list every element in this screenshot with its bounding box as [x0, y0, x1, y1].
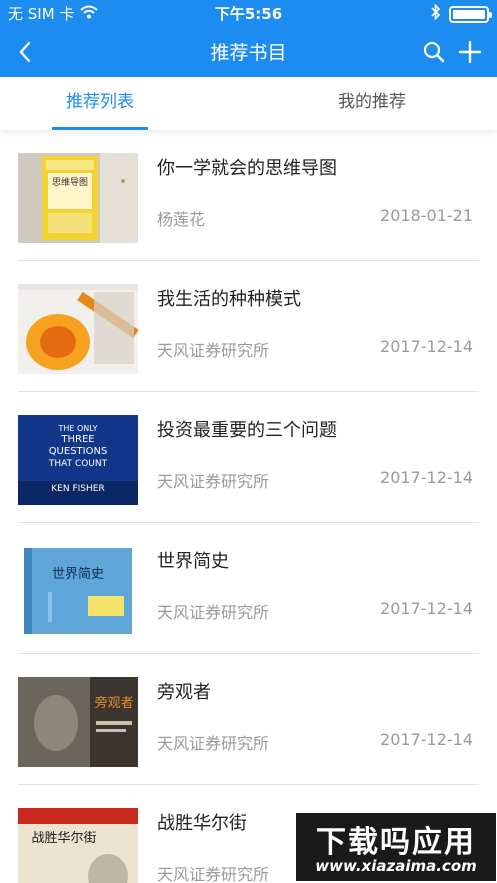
cover-line3-text: QUESTIONS — [49, 446, 108, 457]
plus-icon — [459, 41, 481, 63]
list-item[interactable]: 我生活的种种模式 天风证券研究所 2017-12-14 — [0, 261, 497, 392]
book-cover: 思维导图 — [18, 153, 138, 243]
watermark-main-text: 下载吗应用 — [316, 825, 476, 860]
book-title: 战胜华尔街 — [157, 813, 247, 834]
nav-bar: 推荐书目 — [0, 26, 497, 77]
list-item[interactable]: 世界简史 世界简史 天风证券研究所 2017-12-14 — [0, 523, 497, 654]
book-author: 天风证券研究所 — [157, 865, 270, 883]
book-cover: 旁观者 — [18, 677, 138, 767]
book-date: 2017-12-14 — [380, 337, 473, 356]
cover-line2-text: THREE — [60, 434, 94, 445]
status-time: 下午5:56 — [214, 5, 283, 23]
book-title: 世界简史 — [157, 551, 229, 572]
tab-bar: 推荐列表 我的推荐 — [0, 77, 497, 130]
book-title: 我生活的种种模式 — [157, 289, 301, 310]
battery-icon — [449, 5, 492, 23]
book-author: 天风证券研究所 — [157, 472, 270, 491]
book-date: 2018-01-21 — [380, 206, 473, 225]
list-item[interactable]: THE ONLY THREE QUESTIONS THAT COUNT KEN … — [0, 392, 497, 523]
status-right — [431, 3, 492, 24]
watermark-url-text: www.xiazaima.com — [315, 857, 477, 875]
add-button[interactable] — [455, 37, 485, 67]
list-item[interactable]: 思维导图 你一学就会的思维导图 杨莲花 2018-01-21 — [0, 130, 497, 261]
book-title: 投资最重要的三个问题 — [157, 420, 337, 441]
cover-title-text: 世界简史 — [52, 566, 104, 582]
book-date: 2017-12-14 — [380, 730, 473, 749]
book-title: 旁观者 — [157, 682, 211, 703]
cover-title-text: 战胜华尔街 — [31, 831, 96, 846]
cover-line4-text: THAT COUNT — [48, 459, 108, 469]
status-bar: 无 SIM 卡 下午5:56 — [0, 0, 497, 26]
cover-line1-text: THE ONLY — [57, 424, 97, 433]
book-cover: THE ONLY THREE QUESTIONS THAT COUNT KEN … — [18, 415, 138, 505]
book-title: 你一学就会的思维导图 — [157, 158, 337, 179]
tab-label: 我的推荐 — [338, 92, 406, 112]
book-author: 杨莲花 — [157, 210, 206, 229]
book-cover — [18, 284, 138, 374]
book-date: 2017-12-14 — [380, 468, 473, 487]
watermark-logo: 下载吗应用 www.xiazaima.com — [296, 813, 496, 881]
tab-my-recommend[interactable]: 我的推荐 — [272, 77, 472, 130]
search-button[interactable] — [419, 37, 449, 67]
book-cover: 战胜华尔街 — [18, 808, 138, 883]
list-item[interactable]: 旁观者 旁观者 天风证券研究所 2017-12-14 — [0, 654, 497, 785]
book-author: 天风证券研究所 — [157, 734, 270, 753]
app-header: 无 SIM 卡 下午5:56 推荐书目 — [0, 0, 497, 77]
cover-author-text: KEN FISHER — [51, 484, 104, 494]
tab-recommend-list[interactable]: 推荐列表 — [0, 77, 200, 130]
search-icon — [423, 41, 445, 63]
book-author: 天风证券研究所 — [157, 341, 270, 360]
cover-title-text: 旁观者 — [94, 695, 133, 711]
book-author: 天风证券研究所 — [157, 603, 270, 622]
book-cover: 世界简史 — [18, 546, 138, 636]
cover-title-text: 思维导图 — [52, 176, 88, 188]
tab-label: 推荐列表 — [66, 92, 134, 112]
book-date: 2017-12-14 — [380, 599, 473, 618]
bluetooth-icon — [431, 3, 441, 24]
